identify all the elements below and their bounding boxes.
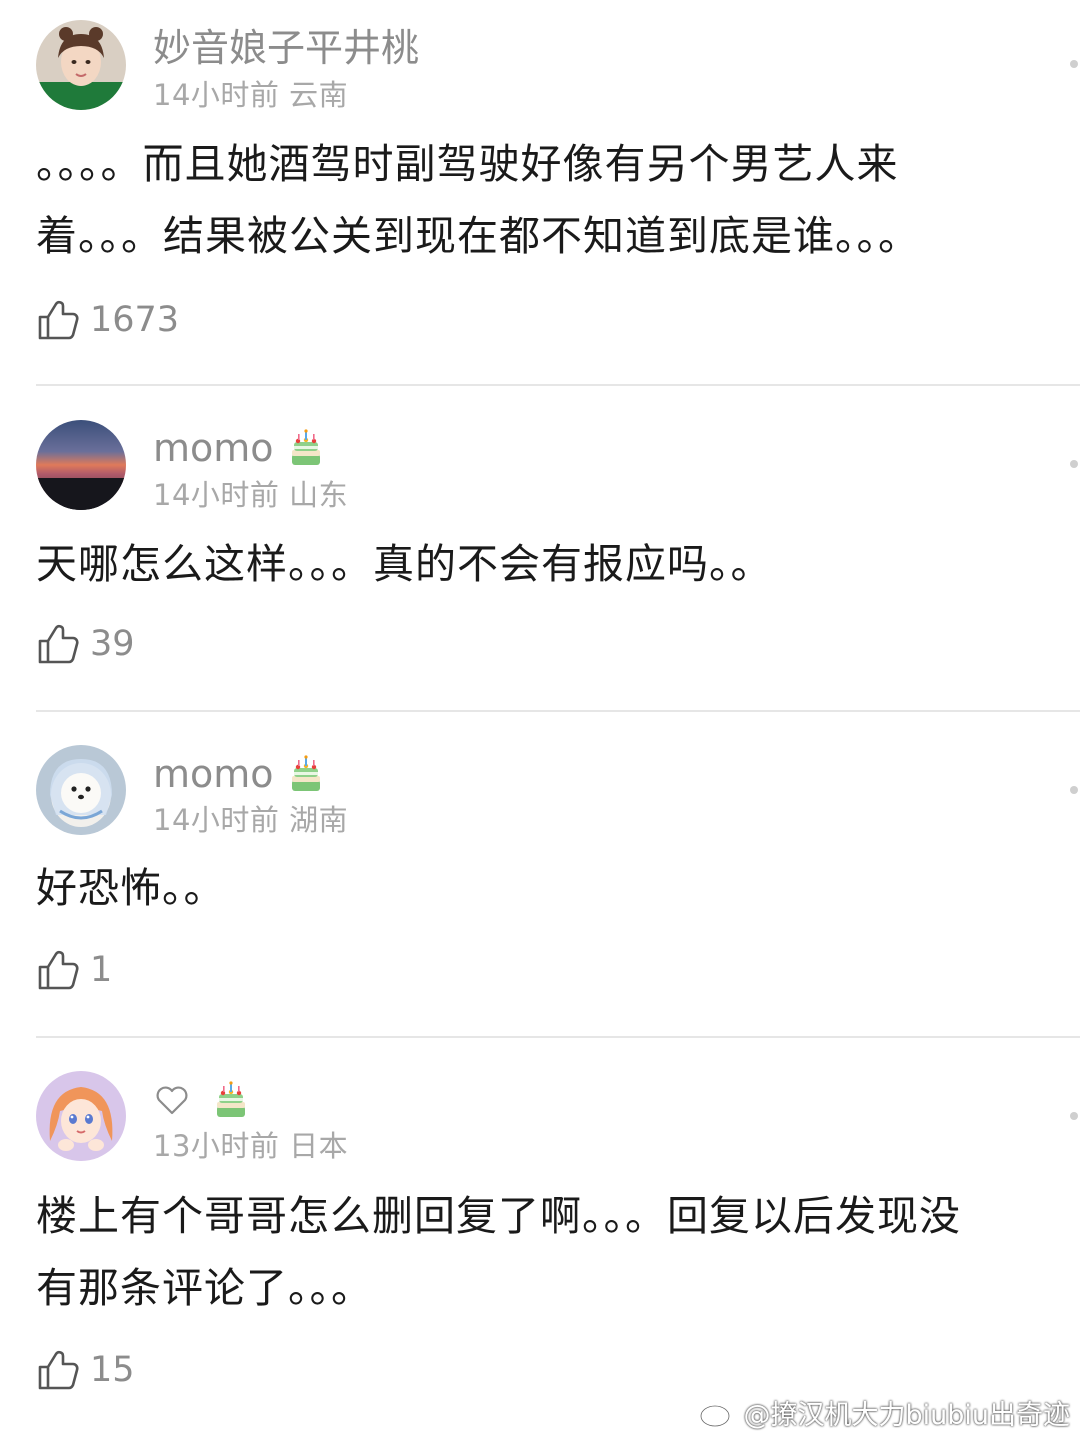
comment-line: 天哪怎么这样。。。真的不会有报应吗。。 xyxy=(36,540,773,588)
heart-outline-icon xyxy=(156,1086,188,1115)
comment-time: 14小时前 xyxy=(153,803,280,837)
like-count: 39 xyxy=(90,624,135,664)
like-count: 1 xyxy=(90,950,113,990)
thumbs-up-icon xyxy=(36,1348,80,1392)
more-options-icon[interactable] xyxy=(1070,460,1078,468)
comment-location: 日本 xyxy=(289,1129,349,1163)
comment-time: 14小时前 xyxy=(153,78,280,112)
cake-badge-icon xyxy=(213,1080,249,1120)
username[interactable]: momo xyxy=(153,752,274,796)
comment-location: 山东 xyxy=(289,478,349,512)
thumbs-up-icon xyxy=(36,298,80,342)
watermark-text: @撩汉机大力biubiu出奇迹 xyxy=(743,1399,1070,1431)
comment-text: 天哪怎么这样。。。真的不会有报应吗。。 xyxy=(36,528,1076,600)
comment-location: 云南 xyxy=(289,78,349,112)
avatar[interactable] xyxy=(36,420,126,510)
thumbs-up-icon xyxy=(36,622,80,666)
comment-line: 着。。。结果被公关到现在都不知道到底是谁。。。 xyxy=(36,212,920,260)
username[interactable]: 妙音娘子平井桃 xyxy=(153,26,419,70)
divider xyxy=(36,1036,1080,1038)
comment-meta: 14小时前 山东 xyxy=(153,478,348,512)
more-options-icon[interactable] xyxy=(1070,1112,1078,1120)
comment-time: 14小时前 xyxy=(153,478,280,512)
like-button[interactable]: 1673 xyxy=(36,296,179,344)
like-button[interactable]: 15 xyxy=(36,1346,135,1394)
comment-line: 有那条评论了。。。 xyxy=(36,1264,373,1312)
comment-meta: 14小时前 云南 xyxy=(153,78,348,112)
like-count: 1673 xyxy=(90,300,180,340)
divider xyxy=(36,710,1080,712)
comment-line: 楼上有个哥哥怎么删回复了啊。。。回复以后发现没 xyxy=(36,1192,961,1240)
comment-line: 。。。。而且她酒驾时副驾驶好像有另个男艺人来 xyxy=(36,140,899,188)
comment-meta: 13小时前 日本 xyxy=(153,1129,348,1163)
like-button[interactable]: 39 xyxy=(36,620,135,668)
like-button[interactable]: 1 xyxy=(36,946,112,994)
more-options-icon[interactable] xyxy=(1070,786,1078,794)
comment-meta: 14小时前 湖南 xyxy=(153,803,348,837)
username[interactable]: momo xyxy=(153,426,274,470)
comment-line: 好恐怖。。 xyxy=(36,864,226,912)
divider xyxy=(36,384,1080,386)
like-count: 15 xyxy=(90,1350,135,1390)
avatar[interactable] xyxy=(36,1071,126,1161)
avatar[interactable] xyxy=(36,20,126,110)
watermark: @撩汉机大力biubiu出奇迹 xyxy=(699,1392,1070,1432)
thumbs-up-icon xyxy=(36,948,80,992)
weibo-logo-icon xyxy=(700,1398,738,1428)
comment-text: 楼上有个哥哥怎么删回复了啊。。。回复以后发现没 有那条评论了。。。 xyxy=(36,1180,1076,1324)
comment-text: 。。。。而且她酒驾时副驾驶好像有另个男艺人来 着。。。结果被公关到现在都不知道到… xyxy=(36,128,1076,272)
comment-location: 湖南 xyxy=(289,803,349,837)
comment-time: 13小时前 xyxy=(153,1129,280,1163)
cake-badge-icon xyxy=(288,754,324,794)
avatar[interactable] xyxy=(36,745,126,835)
comment-text: 好恐怖。。 xyxy=(36,852,1076,924)
cake-badge-icon xyxy=(288,428,324,468)
more-options-icon[interactable] xyxy=(1070,60,1078,68)
